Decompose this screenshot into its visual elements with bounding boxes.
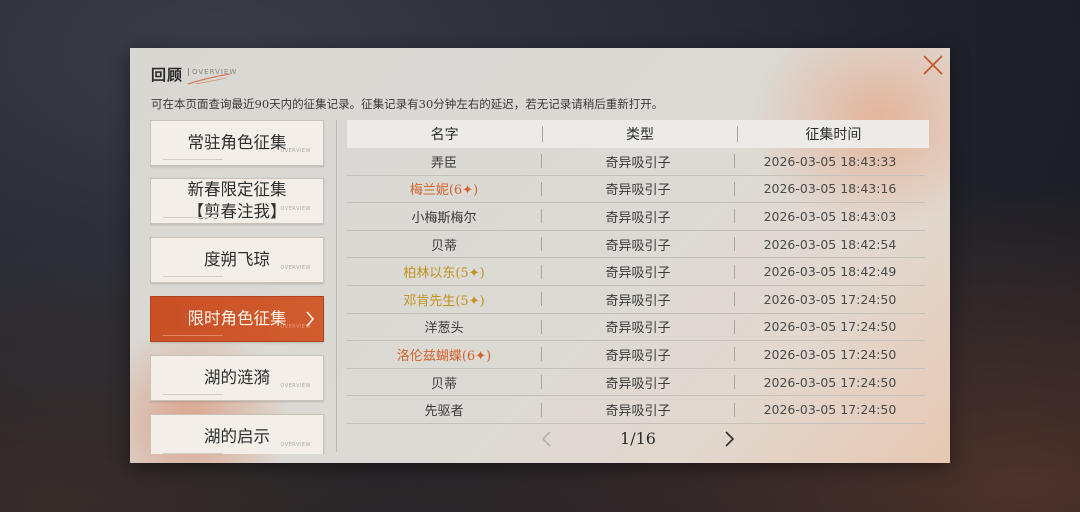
- banner-sidebar: 常驻角色征集 OVERVIEW 新春限定征集 【剪春注我】 OVERVIEW 度朔飞琼 O…: [150, 120, 326, 454]
- records-table: 名字 类型 征集时间 弄臣 奇异吸引子 2026-03-05 18:43:33 梅兰妮…: [347, 120, 929, 424]
- table-row: 弄臣 奇异吸引子 2026-03-05 18:43:33: [347, 148, 925, 176]
- table-row: 邓肯先生(5✦) 奇异吸引子 2026-03-05 17:24:50: [347, 286, 925, 314]
- table-row: 贝蒂 奇异吸引子 2026-03-05 18:42:54: [347, 231, 925, 259]
- overview-panel: 回顾 OVERVIEW 可在本页面查询最近90天内的征集记录。征集记录有30分钟…: [130, 48, 950, 463]
- cell-type: 奇异吸引子: [605, 376, 671, 392]
- table-row: 梅兰妮(6✦) 奇异吸引子 2026-03-05 18:43:16: [347, 176, 925, 204]
- header-time: 征集时间: [805, 127, 862, 143]
- sidebar-item-4[interactable]: 湖的涟漪 OVERVIEW: [150, 355, 324, 401]
- table-row: 贝蒂 奇异吸引子 2026-03-05 17:24:50: [347, 369, 925, 397]
- cell-time: 2026-03-05 17:24:50: [763, 402, 897, 418]
- cell-time: 2026-03-05 17:24:50: [763, 374, 897, 390]
- page-indicator: 1/16: [620, 429, 656, 448]
- sidebar-item-1[interactable]: 新春限定征集 【剪春注我】 OVERVIEW: [150, 178, 324, 224]
- cell-name: 柏林以东(5✦): [403, 266, 485, 282]
- cell-type: 奇异吸引子: [605, 183, 671, 199]
- sidebar-item-deco-text: OVERVIEW: [280, 383, 311, 389]
- cell-type: 奇异吸引子: [605, 321, 671, 337]
- sidebar-item-deco-line: [163, 159, 223, 160]
- table-row: 柏林以东(5✦) 奇异吸引子 2026-03-05 18:42:49: [347, 258, 925, 286]
- sidebar-item-deco-text: OVERVIEW: [280, 442, 311, 448]
- sidebar-item-deco-text: OVERVIEW: [280, 265, 311, 271]
- table-row: 洛伦兹蝴蝶(6✦) 奇异吸引子 2026-03-05 17:24:50: [347, 341, 925, 369]
- cell-name: 贝蒂: [430, 238, 457, 254]
- cell-time: 2026-03-05 18:42:54: [763, 236, 897, 252]
- sidebar-item-3[interactable]: 限时角色征集 OVERVIEW: [150, 296, 324, 342]
- chevron-right-icon[interactable]: [724, 430, 736, 448]
- sidebar-item-deco-line: [163, 217, 223, 218]
- chevron-right-icon: [306, 311, 315, 327]
- close-icon[interactable]: [922, 54, 944, 76]
- cell-time: 2026-03-05 17:24:50: [763, 346, 897, 362]
- cell-time: 2026-03-05 18:42:49: [763, 264, 897, 280]
- cell-type: 奇异吸引子: [605, 155, 671, 171]
- cell-type: 奇异吸引子: [605, 210, 671, 226]
- header-name: 名字: [430, 127, 459, 143]
- cell-name: 小梅斯梅尔: [411, 210, 477, 226]
- table-body: 弄臣 奇异吸引子 2026-03-05 18:43:33 梅兰妮(6✦) 奇异吸引子 20…: [347, 148, 929, 424]
- cell-type: 奇异吸引子: [605, 404, 671, 420]
- table-row: 小梅斯梅尔 奇异吸引子 2026-03-05 18:43:03: [347, 203, 925, 231]
- sidebar-item-deco-line: [163, 276, 223, 277]
- sidebar-divider: [336, 120, 337, 452]
- cell-name: 先驱者: [424, 404, 464, 420]
- cell-type: 奇异吸引子: [605, 348, 671, 364]
- sidebar-item-label: 湖的启示: [204, 427, 270, 446]
- cell-type: 奇异吸引子: [605, 238, 671, 254]
- cell-time: 2026-03-05 18:43:33: [763, 153, 897, 169]
- table-header: 名字 类型 征集时间: [347, 120, 929, 148]
- sidebar-item-deco-line: [163, 394, 223, 395]
- cell-time: 2026-03-05 18:43:03: [763, 208, 897, 224]
- cell-name: 洛伦兹蝴蝶(6✦): [396, 348, 492, 364]
- sidebar-item-label: 常驻角色征集: [187, 133, 287, 152]
- cell-type: 奇异吸引子: [605, 293, 671, 309]
- sidebar-item-label: 湖的涟漪: [204, 368, 270, 387]
- sidebar-item-label: 度朔飞琼: [204, 250, 270, 269]
- sidebar-item-deco-line: [163, 335, 223, 336]
- table-row: 洋葱头 奇异吸引子 2026-03-05 17:24:50: [347, 314, 925, 342]
- cell-name: 洋葱头: [424, 321, 464, 337]
- sidebar-item-label: 限时角色征集: [187, 309, 287, 328]
- cell-name: 贝蒂: [430, 376, 457, 392]
- cell-name: 弄臣: [430, 155, 457, 171]
- pagination: 1/16: [530, 424, 750, 454]
- sidebar-item-deco-text: OVERVIEW: [280, 206, 311, 212]
- cell-time: 2026-03-05 18:43:16: [763, 181, 897, 197]
- cell-time: 2026-03-05 17:24:50: [763, 319, 897, 335]
- panel-title: 回顾: [151, 66, 184, 84]
- sidebar-item-deco-text: OVERVIEW: [280, 148, 311, 154]
- cell-type: 奇异吸引子: [605, 266, 671, 282]
- sidebar-item-5[interactable]: 湖的启示 OVERVIEW: [150, 414, 324, 454]
- sidebar-item-deco-line: [163, 453, 223, 454]
- panel-description: 可在本页面查询最近90天内的征集记录。征集记录有30分钟左右的延迟，若无记录请稍…: [151, 97, 664, 111]
- sidebar-item-0[interactable]: 常驻角色征集 OVERVIEW: [150, 120, 324, 166]
- sidebar-item-2[interactable]: 度朔飞琼 OVERVIEW: [150, 237, 324, 283]
- cell-name: 梅兰妮(6✦): [409, 183, 479, 199]
- table-row: 先驱者 奇异吸引子 2026-03-05 17:24:50: [347, 396, 925, 424]
- title-swoosh-icon: [187, 73, 231, 85]
- cell-name: 邓肯先生(5✦): [403, 293, 485, 309]
- cell-time: 2026-03-05 17:24:50: [763, 291, 897, 307]
- header-type: 类型: [625, 127, 654, 143]
- chevron-left-icon[interactable]: [540, 430, 552, 448]
